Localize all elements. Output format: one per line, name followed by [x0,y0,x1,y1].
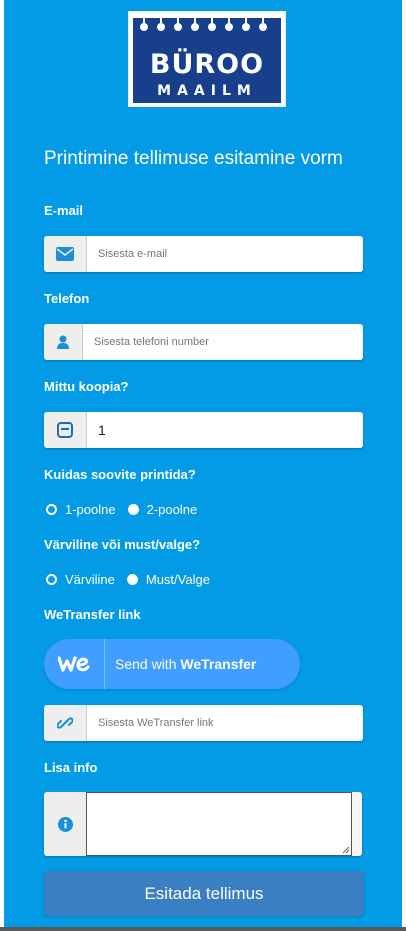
logo-badge: BÜROO MAAILM [133,15,281,103]
info-icon [57,816,73,832]
send-with-wetransfer-button[interactable]: Send with WeTransfer [44,639,300,689]
form-panel: BÜROO MAAILM Printimine tellimuse esitam… [4,0,402,927]
phone-input[interactable] [82,324,363,360]
radio-varviline[interactable] [46,573,57,585]
phone-field-group [44,324,363,360]
extra-info-textarea[interactable] [86,792,352,856]
copies-addon [44,412,87,448]
email-input[interactable] [86,236,363,272]
wetransfer-button-text: Send with WeTransfer [115,639,256,689]
wetransfer-link-input[interactable] [86,705,363,741]
print-side-label: Kuidas soovite printida? [44,467,196,482]
copies-field-group [44,412,363,448]
email-addon [44,236,87,272]
wetransfer-button-prefix: Send with [115,656,177,672]
extra-info-label: Lisa info [44,760,98,775]
copies-label: Mittu koopia? [44,379,129,394]
bottom-divider [0,927,406,931]
buroo-maailm-logo: BÜROO MAAILM [128,11,286,107]
radio-must-valge[interactable] [126,573,138,585]
radio-label-varviline[interactable]: Värviline [65,572,115,587]
user-icon [57,335,69,349]
print-side-radios: 1-poolne 2-poolne [44,499,207,519]
radio-1-poolne[interactable] [46,503,57,515]
envelope-icon [56,247,74,261]
logo-subtitle: MAAILM [157,83,257,99]
email-field-group [44,236,363,272]
submit-order-button[interactable]: Esitada tellimus [44,871,364,916]
extra-info-addon [44,792,86,856]
email-label: E-mail [44,203,84,218]
form-title: Printimine tellimuse esitamine vorm [44,148,343,169]
color-mode-radios: Värviline Must/Valge [44,569,220,589]
wetransfer-logo-icon [44,639,105,689]
wetransfer-link-group [44,705,363,741]
square-icon [57,422,73,438]
copies-input[interactable] [86,412,363,448]
phone-label: Telefon [44,291,90,306]
wetransfer-label: WeTransfer link [44,607,141,622]
phone-addon [44,324,83,360]
resize-grip-icon[interactable] [342,846,350,854]
radio-label-2-poolne[interactable]: 2-poolne [147,502,198,517]
radio-label-must-valge[interactable]: Must/Valge [146,572,210,587]
link-icon [57,717,73,729]
radio-2-poolne[interactable] [127,503,139,515]
color-mode-label: Värviline või must/valge? [44,537,201,552]
logo-dots-icon [133,15,281,31]
radio-label-1-poolne[interactable]: 1-poolne [65,502,116,517]
logo-wordmark: BÜROO [149,49,265,80]
wetransfer-link-addon [44,705,87,741]
wetransfer-button-brand: WeTransfer [180,656,257,672]
extra-info-group [44,792,362,856]
